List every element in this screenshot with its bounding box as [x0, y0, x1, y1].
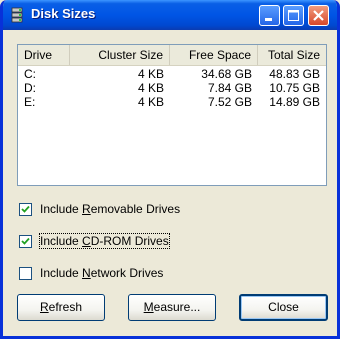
list-item[interactable]: C: 4 KB 34.68 GB 48.83 GB	[18, 67, 326, 81]
label-suffix: etwork Drives	[90, 266, 164, 280]
label-suffix: D-ROM Drives	[90, 234, 169, 248]
column-header-cluster-size[interactable]: Cluster Size	[70, 45, 170, 65]
accelerator-key: M	[143, 300, 154, 314]
free-space-cell: 7.84 GB	[207, 81, 252, 95]
measure-button[interactable]: Measure...	[128, 294, 216, 321]
removable-drives-label: Include Removable Drives	[40, 202, 180, 216]
maximize-icon	[288, 10, 299, 21]
total-size-cell: 48.83 GB	[269, 67, 320, 81]
close-window-button[interactable]	[308, 5, 329, 26]
label-prefix: Include	[40, 234, 83, 248]
list-header: Drive Cluster Size Free Space Total Size	[18, 45, 326, 66]
drive-cell: E:	[24, 95, 36, 109]
drive-list[interactable]: Drive Cluster Size Free Space Total Size…	[17, 44, 327, 186]
checkmark-icon	[21, 237, 30, 245]
cdrom-drives-label: Include CD-ROM Drives	[39, 233, 170, 249]
removable-drives-checkbox[interactable]	[19, 202, 32, 216]
column-header-total-size[interactable]: Total Size	[258, 45, 326, 65]
list-item[interactable]: E: 4 KB 7.52 GB 14.89 GB	[18, 95, 326, 109]
free-space-cell: 7.52 GB	[207, 95, 252, 109]
cluster-size-cell: 4 KB	[137, 67, 164, 81]
disk-sizes-window: Disk Sizes Drive Cluster Size Free Space…	[0, 0, 340, 339]
list-item[interactable]: D: 4 KB 7.84 GB 10.75 GB	[18, 81, 326, 95]
button-label: efresh	[48, 300, 83, 314]
drive-stack-icon	[9, 7, 25, 23]
cdrom-drives-option[interactable]: Include CD-ROM Drives	[19, 233, 170, 249]
accelerator-key: N	[82, 266, 91, 280]
cluster-size-cell: 4 KB	[137, 95, 164, 109]
network-drives-option[interactable]: Include Network Drives	[19, 265, 163, 281]
minimize-button[interactable]	[259, 5, 280, 26]
minimize-icon	[265, 18, 272, 21]
label-suffix: emovable Drives	[90, 202, 181, 216]
accelerator-key: R	[39, 300, 49, 314]
drive-cell: C:	[24, 67, 36, 81]
close-icon	[313, 10, 324, 21]
refresh-button[interactable]: Refresh	[17, 294, 105, 321]
label-prefix: Include	[40, 266, 83, 280]
total-size-cell: 10.75 GB	[269, 81, 320, 95]
button-label: easure...	[153, 300, 201, 314]
accelerator-key: R	[82, 202, 91, 216]
checkmark-icon	[21, 205, 30, 213]
label-prefix: Include	[40, 202, 83, 216]
network-drives-label: Include Network Drives	[40, 266, 163, 280]
drive-cell: D:	[24, 81, 36, 95]
total-size-cell: 14.89 GB	[269, 95, 320, 109]
cluster-size-cell: 4 KB	[137, 81, 164, 95]
title-bar[interactable]: Disk Sizes	[3, 0, 337, 30]
cdrom-drives-checkbox[interactable]	[19, 234, 32, 248]
maximize-button[interactable]	[283, 5, 304, 26]
window-title: Disk Sizes	[31, 6, 96, 21]
column-header-free-space[interactable]: Free Space	[170, 45, 258, 65]
column-header-drive[interactable]: Drive	[18, 45, 70, 65]
removable-drives-option[interactable]: Include Removable Drives	[19, 201, 180, 217]
accelerator-key: C	[82, 234, 91, 248]
close-button[interactable]: Close	[239, 294, 328, 321]
free-space-cell: 34.68 GB	[201, 67, 252, 81]
network-drives-checkbox[interactable]	[19, 266, 32, 280]
